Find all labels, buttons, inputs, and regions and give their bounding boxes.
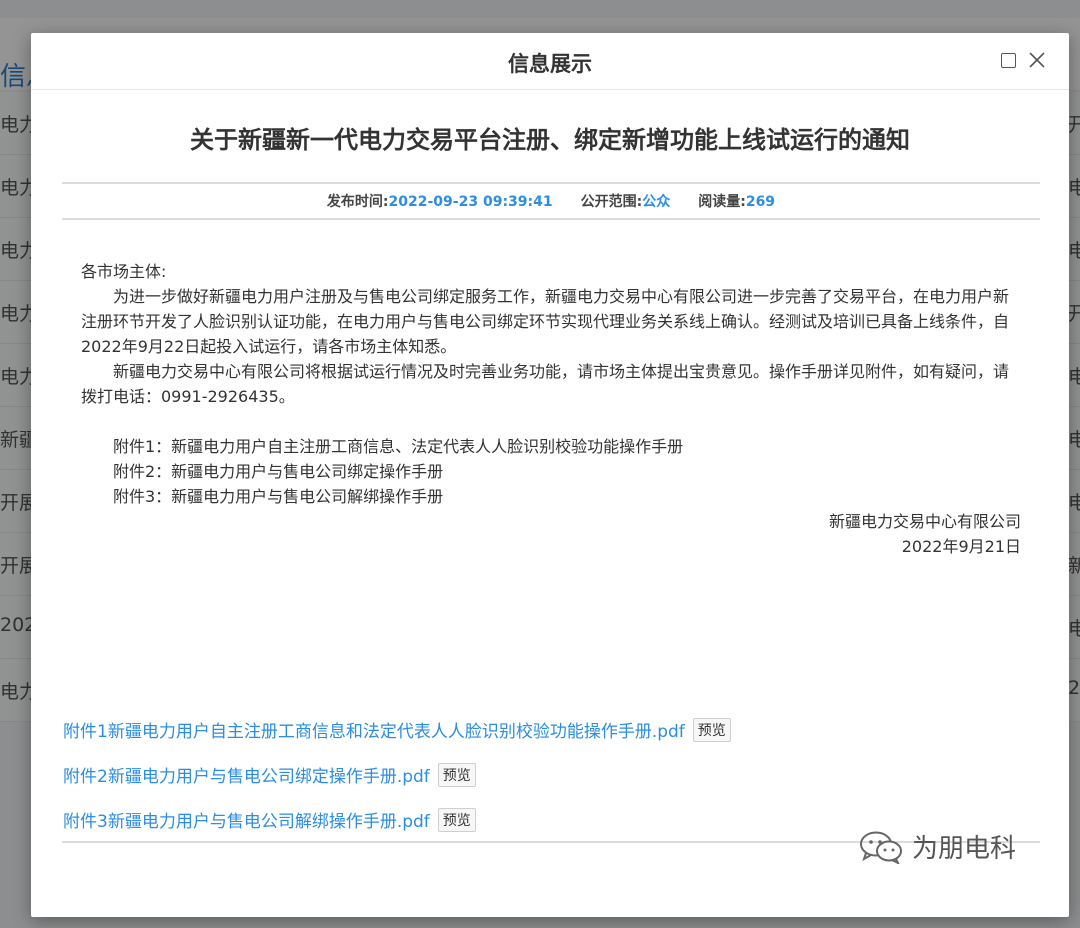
publish-time-label: 发布时间:: [326, 194, 389, 210]
info-display-dialog: 信息展示 关于新疆新一代电力交易平台注册、绑定新增功能上线试运行的通知 发布时间…: [31, 33, 1069, 917]
dialog-title: 信息展示: [508, 52, 592, 76]
watermark-text: 为朋电科: [912, 834, 1017, 864]
signature-date: 2022年9月21日: [901, 537, 1021, 556]
wechat-icon: [860, 831, 902, 864]
notice-body: 各市场主体: 为进一步做好新疆电力用户注册及与售电公司绑定服务工作，新疆电力交易…: [81, 259, 1021, 559]
public-scope-value: 公众: [642, 194, 671, 210]
notice-title: 关于新疆新一代电力交易平台注册、绑定新增功能上线试运行的通知: [190, 126, 910, 154]
notice-meta-bar: 发布时间:2022-09-23 09:39:41 公开范围:公众 阅读量:269: [62, 182, 1040, 220]
attachment-item: 附件1新疆电力用户自主注册工商信息和法定代表人人脸识别校验功能操作手册.pdf …: [63, 707, 1043, 752]
attachment-link-3[interactable]: 附件3新疆电力用户与售电公司解绑操作手册.pdf: [63, 807, 430, 832]
attachment-link-1[interactable]: 附件1新疆电力用户自主注册工商信息和法定代表人人脸识别校验功能操作手册.pdf: [63, 717, 685, 742]
signature: 新疆电力交易中心有限公司: [828, 512, 1021, 531]
salutation: 各市场主体:: [81, 262, 167, 281]
attachment-note-2: 附件2：新疆电力用户与售电公司绑定操作手册: [113, 462, 444, 481]
public-scope-label: 公开范围:: [580, 194, 643, 210]
maximize-icon[interactable]: [1001, 53, 1016, 68]
preview-button-1[interactable]: 预览: [692, 717, 731, 742]
attachment-item: 附件2新疆电力用户与售电公司绑定操作手册.pdf 预览: [63, 752, 1043, 797]
close-icon[interactable]: [1028, 51, 1046, 69]
body-paragraph-2: 新疆电力交易中心有限公司将根据试运行情况及时完善业务功能，请市场主体提出宝贵意见…: [81, 362, 1010, 406]
publish-time: 发布时间:2022-09-23 09:39:41: [327, 191, 553, 211]
read-count-value: 269: [745, 194, 776, 210]
body-paragraph-1: 为进一步做好新疆电力用户注册及与售电公司绑定服务工作，新疆电力交易中心有限公司进…: [81, 287, 1010, 356]
publish-time-value: 2022-09-23 09:39:41: [388, 194, 553, 210]
public-scope: 公开范围:公众: [581, 191, 671, 211]
preview-button-2[interactable]: 预览: [437, 762, 476, 787]
read-count: 阅读量:269: [698, 191, 775, 211]
attachment-note-1: 附件1：新疆电力用户自主注册工商信息、法定代表人人脸识别校验功能操作手册: [113, 437, 684, 456]
preview-button-3[interactable]: 预览: [437, 807, 476, 832]
read-count-label: 阅读量:: [698, 194, 746, 210]
watermark: 为朋电科: [858, 828, 1016, 865]
attachment-link-2[interactable]: 附件2新疆电力用户与售电公司绑定操作手册.pdf: [63, 762, 430, 787]
attachment-list: 附件1新疆电力用户自主注册工商信息和法定代表人人脸识别校验功能操作手册.pdf …: [63, 707, 1043, 842]
attachment-note-3: 附件3：新疆电力用户与售电公司解绑操作手册: [113, 487, 444, 506]
dialog-header: 信息展示: [31, 33, 1069, 90]
